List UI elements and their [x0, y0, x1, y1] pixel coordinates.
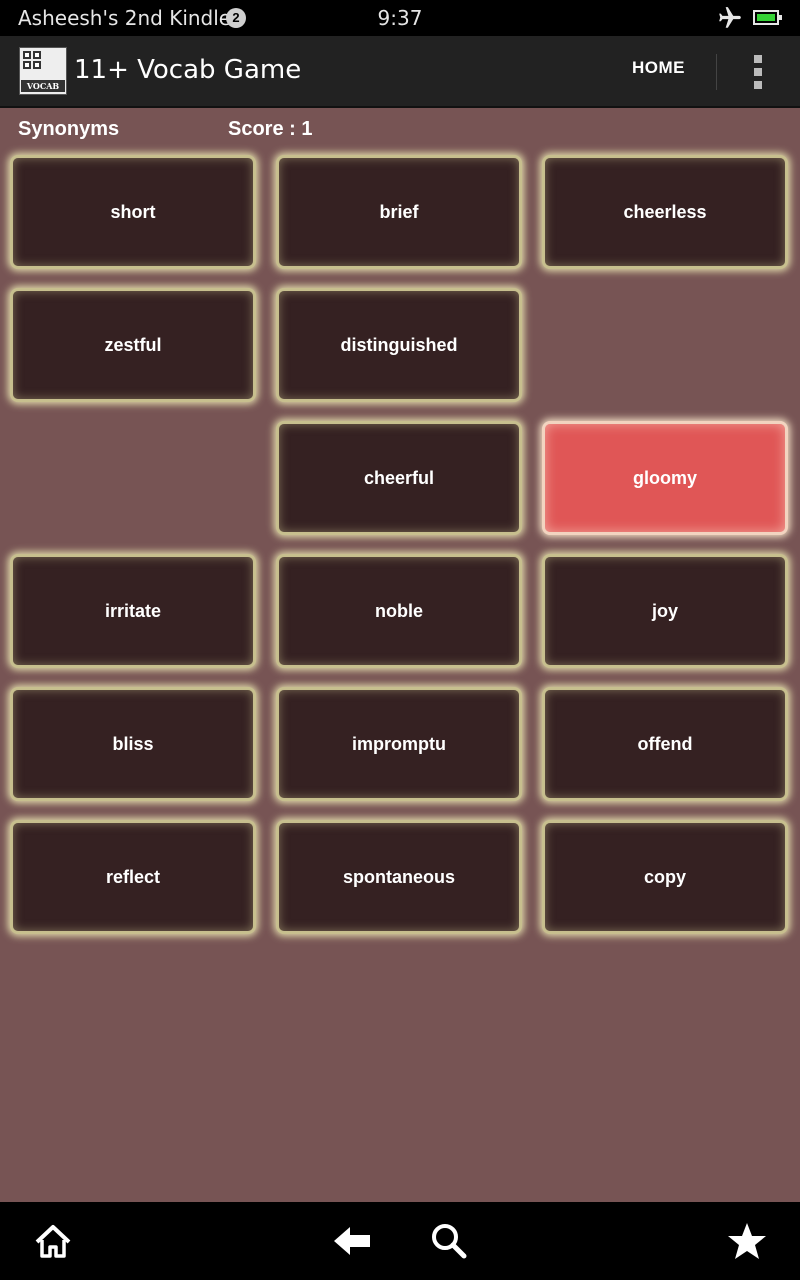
word-tile[interactable]: copy — [542, 820, 788, 934]
app-logo[interactable]: VOCAB — [19, 47, 67, 95]
word-tile[interactable]: joy — [542, 554, 788, 668]
favorites-star-icon[interactable] — [727, 1221, 767, 1261]
word-tile[interactable]: short — [10, 155, 256, 269]
word-tile[interactable]: brief — [276, 155, 522, 269]
back-arrow-icon[interactable] — [332, 1221, 372, 1261]
word-tile[interactable]: zestful — [10, 288, 256, 402]
home-icon[interactable] — [33, 1221, 73, 1261]
navigation-bar — [0, 1202, 800, 1280]
status-bar: Asheesh's 2nd Kindle 2 9:37 — [0, 0, 800, 36]
score-label: Score : 1 — [228, 118, 313, 140]
app-title: 11+ Vocab Game — [74, 55, 302, 85]
action-bar-divider — [716, 54, 717, 90]
word-tile[interactable]: gloomy — [542, 421, 788, 535]
word-tile[interactable]: cheerless — [542, 155, 788, 269]
overflow-menu-icon[interactable] — [748, 54, 768, 90]
action-bar: VOCAB 11+ Vocab Game HOME — [0, 36, 800, 108]
word-tile[interactable]: impromptu — [276, 687, 522, 801]
word-tile[interactable]: cheerful — [276, 421, 522, 535]
game-mode-label: Synonyms — [18, 118, 120, 140]
word-tile[interactable]: reflect — [10, 820, 256, 934]
logo-grid-icon — [23, 51, 43, 71]
word-tile[interactable]: irritate — [10, 554, 256, 668]
home-button[interactable]: HOME — [632, 58, 685, 78]
word-tile[interactable]: offend — [542, 687, 788, 801]
word-tile[interactable]: bliss — [10, 687, 256, 801]
logo-caption: VOCAB — [21, 80, 65, 92]
search-icon[interactable] — [429, 1221, 469, 1261]
airplane-icon — [719, 7, 741, 28]
word-tile[interactable]: spontaneous — [276, 820, 522, 934]
clock: 9:37 — [377, 6, 423, 30]
word-tile[interactable]: distinguished — [276, 288, 522, 402]
battery-icon — [753, 10, 782, 25]
word-tile[interactable]: noble — [276, 554, 522, 668]
battery-level — [757, 14, 775, 21]
